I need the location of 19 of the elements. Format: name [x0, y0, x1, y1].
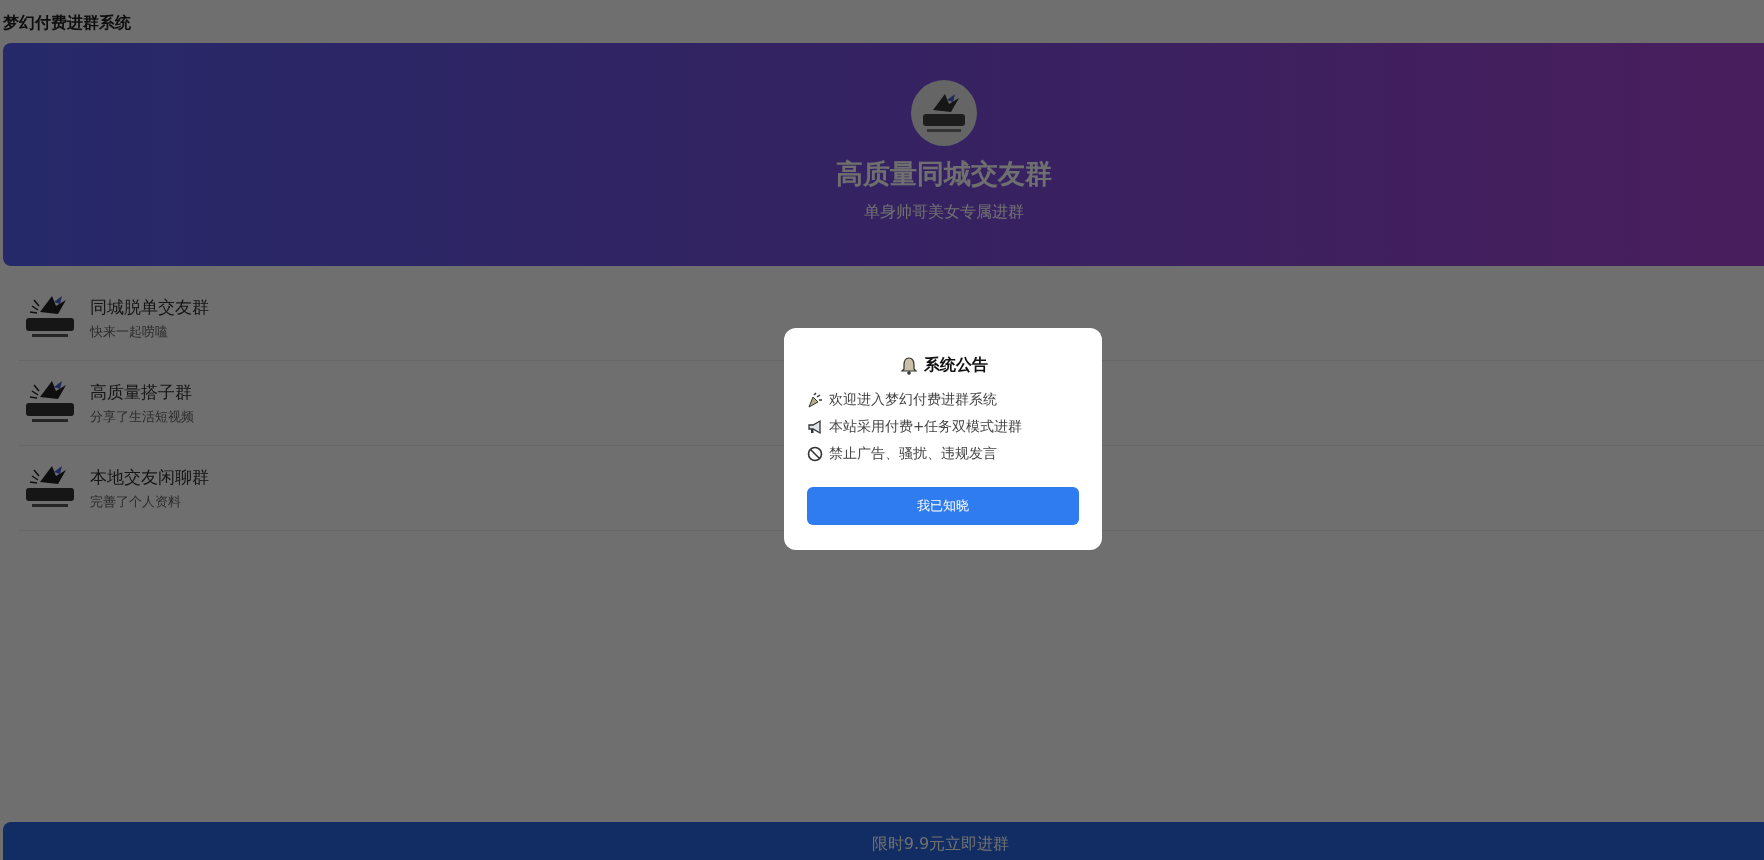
notice-text: 欢迎进入梦幻付费进群系统: [829, 390, 997, 409]
group-name[interactable]: 本地交友闲聊群: [90, 465, 209, 489]
page-title: 梦幻付费进群系统: [2, 12, 132, 34]
notice-text: 禁止广告、骚扰、违规发言: [829, 444, 997, 463]
group-name[interactable]: 高质量搭子群: [90, 380, 194, 404]
notice-text: 本站采用付费+任务双模式进群: [829, 417, 1023, 436]
banner-title: 高质量同城交友群: [835, 157, 1052, 191]
bell-icon: [898, 355, 919, 376]
group-name[interactable]: 同城脱单交友群: [90, 295, 209, 319]
megaphone-icon: [807, 418, 823, 435]
logo-drawing: [910, 80, 977, 146]
join-button[interactable]: 限时9.9元立即进群: [3, 822, 1764, 860]
banner-subtitle: 单身帅哥美女专属进群: [863, 202, 1024, 223]
dialog-title: 系统公告: [923, 355, 988, 376]
group-description: 完善了个人资料: [90, 492, 182, 511]
party-popper-icon: [807, 391, 823, 408]
prohibited-icon: [807, 445, 823, 462]
acknowledge-button[interactable]: 我已知晓: [807, 487, 1079, 525]
group-description: 分享了生活短视频: [90, 407, 194, 426]
